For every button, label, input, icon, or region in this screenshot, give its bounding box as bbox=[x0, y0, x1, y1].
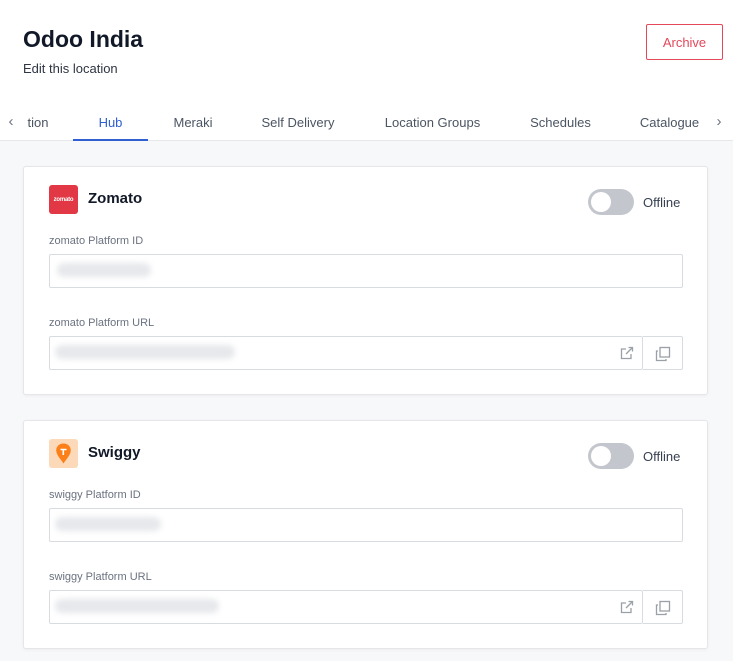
status-label: Offline bbox=[643, 449, 681, 464]
tab-catalogue[interactable]: Catalogue bbox=[631, 104, 708, 141]
platform-url-input[interactable] bbox=[49, 336, 643, 370]
online-toggle[interactable] bbox=[588, 189, 634, 215]
page-subtitle: Edit this location bbox=[23, 61, 118, 76]
copy-button[interactable] bbox=[643, 590, 683, 624]
swiggy-logo-icon bbox=[56, 443, 71, 464]
tab-hub[interactable]: Hub bbox=[73, 104, 148, 141]
platform-url-label: swiggy Platform URL bbox=[49, 571, 152, 583]
platform-name: Zomato bbox=[88, 190, 143, 207]
zomato-logo-text: zomato bbox=[53, 196, 74, 203]
platform-name: Swiggy bbox=[88, 444, 141, 461]
platform-id-input[interactable] bbox=[49, 254, 683, 288]
tab-location-groups[interactable]: Location Groups bbox=[376, 104, 489, 141]
page-title: Odoo India bbox=[23, 26, 144, 52]
hub-content: zomato Zomato Offline zomato Platform ID… bbox=[0, 141, 733, 661]
tab-location[interactable]: tion bbox=[23, 104, 53, 141]
tab-bar: ‹ tion Hub Meraki Self Delivery Location… bbox=[0, 104, 733, 141]
platform-card-zomato: zomato Zomato Offline zomato Platform ID… bbox=[23, 166, 708, 395]
tab-self-delivery[interactable]: Self Delivery bbox=[253, 104, 343, 141]
toggle-knob bbox=[591, 446, 611, 466]
tab-meraki[interactable]: Meraki bbox=[163, 104, 223, 141]
page-header: Odoo India Edit this location Archive bbox=[0, 0, 733, 104]
external-link-icon[interactable] bbox=[619, 345, 635, 361]
copy-icon bbox=[655, 346, 671, 362]
copy-button[interactable] bbox=[643, 336, 683, 370]
external-link-icon[interactable] bbox=[619, 599, 635, 615]
platform-id-label: swiggy Platform ID bbox=[49, 489, 141, 501]
platform-card-swiggy: Swiggy Offline swiggy Platform ID swiggy… bbox=[23, 420, 708, 649]
zomato-logo: zomato bbox=[49, 185, 78, 214]
online-toggle[interactable] bbox=[588, 443, 634, 469]
chevron-right-icon[interactable]: › bbox=[711, 112, 727, 132]
platform-url-input[interactable] bbox=[49, 590, 643, 624]
chevron-left-icon[interactable]: ‹ bbox=[3, 112, 19, 132]
archive-button[interactable]: Archive bbox=[646, 24, 723, 60]
status-label: Offline bbox=[643, 195, 681, 210]
tab-schedules[interactable]: Schedules bbox=[521, 104, 600, 141]
copy-icon bbox=[655, 600, 671, 616]
platform-id-input[interactable] bbox=[49, 508, 683, 542]
swiggy-logo bbox=[49, 439, 78, 468]
toggle-knob bbox=[591, 192, 611, 212]
platform-id-label: zomato Platform ID bbox=[49, 235, 144, 247]
platform-url-label: zomato Platform URL bbox=[49, 317, 155, 329]
